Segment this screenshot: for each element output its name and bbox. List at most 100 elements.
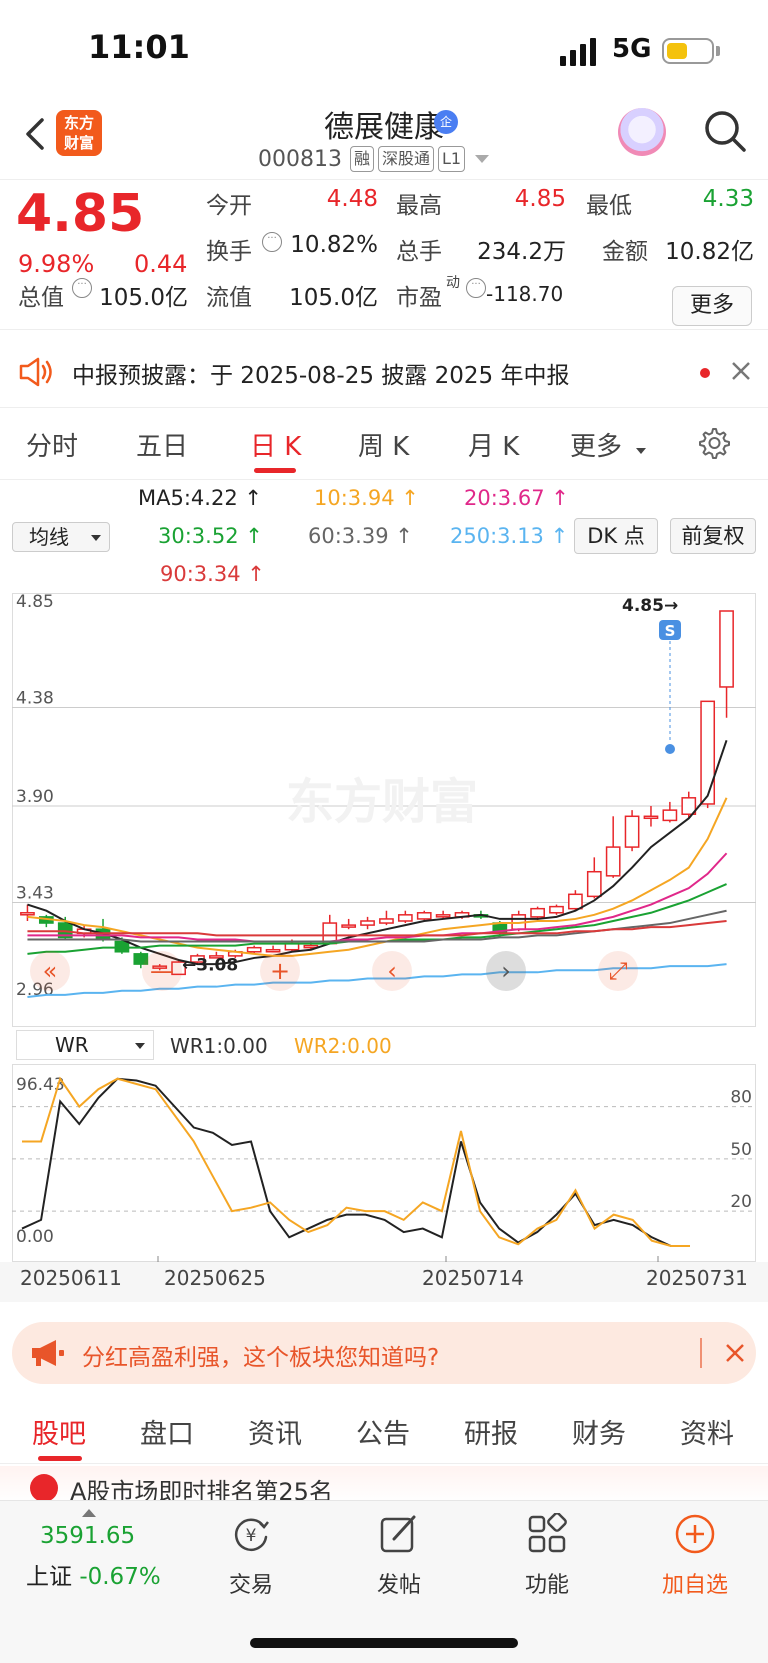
promo-banner[interactable]: 分红高盈利强，这个板块您知道吗? (12, 1322, 756, 1384)
ma20-label: 20:3.67 ↑ (464, 486, 569, 510)
rewind-button[interactable]: « (30, 951, 70, 991)
x-tick-1: 20250611 (20, 1266, 122, 1290)
tab-daily-k[interactable]: 日 K (250, 426, 301, 463)
candle (662, 809, 678, 822)
volume-label: 总手 (396, 239, 442, 265)
tab-research[interactable]: 研报 (464, 1412, 518, 1451)
dk-point-button[interactable]: DK 点 (574, 518, 658, 554)
stock-code-line[interactable]: 000813 融 深股通 L1 (258, 144, 490, 174)
candle (624, 815, 640, 848)
candle (360, 920, 375, 926)
tab-weekly-k[interactable]: 周 K (358, 426, 409, 463)
edit-post-icon[interactable] (378, 1513, 420, 1555)
ma60-label: 60:3.39 ↑ (308, 524, 413, 548)
s-marker-label: S (665, 622, 676, 640)
search-icon[interactable] (702, 108, 748, 154)
candle (586, 870, 602, 898)
status-bar: 11:01 5G (0, 0, 768, 100)
y-tick-label: 3.90 (16, 787, 54, 807)
tab-more[interactable]: 更多 (570, 426, 622, 463)
chevron-down-icon[interactable] (475, 155, 490, 163)
forward-adjust-button[interactable]: 前复权 (670, 518, 756, 554)
volume-value: 234.2万 (477, 239, 566, 265)
megaphone-icon (32, 1340, 64, 1366)
tag-level: L1 (438, 146, 466, 172)
index-name-change[interactable]: 上证 -0.67% (26, 1557, 161, 1591)
tab-announcements[interactable]: 公告 (356, 1412, 410, 1451)
trade-icon[interactable]: ¥ (230, 1513, 272, 1555)
x-tick-2: 20250625 (164, 1266, 266, 1290)
active-tab-underline (254, 468, 296, 473)
nav-add-watchlist[interactable]: 加自选 (645, 1567, 745, 1599)
nav-trade[interactable]: 交易 (201, 1567, 301, 1599)
index-value[interactable]: 3591.65 (40, 1523, 135, 1549)
open-label: 今开 (206, 193, 252, 219)
chart-period-tabs: 分时 五日 日 K 周 K 月 K 更多 (0, 408, 768, 480)
svg-text:¥: ¥ (246, 1526, 257, 1546)
kline-chart[interactable]: 4.854.383.903.432.96东方财富4.85→←3.08S« — + ‹ ›… (12, 593, 756, 1027)
pe-value: -118.70 (486, 282, 564, 306)
next-button[interactable]: › (486, 951, 526, 991)
candle (643, 815, 659, 820)
info-dots-icon[interactable]: ··· (262, 232, 282, 252)
y-tick-label: 4.85 (16, 593, 54, 612)
tab-finance[interactable]: 财务 (572, 1412, 626, 1451)
candle (700, 700, 716, 805)
wr-select[interactable]: WR (16, 1030, 154, 1060)
ma10-label: 10:3.94 ↑ (314, 486, 419, 510)
ma-select[interactable]: 均线 (12, 522, 110, 552)
fullscreen-button[interactable]: ⤢ (598, 951, 638, 991)
ma10-text: 10:3.94 (314, 486, 395, 510)
open-value: 4.48 (326, 186, 378, 212)
tab-profile[interactable]: 资料 (680, 1412, 734, 1451)
change-percent: 9.98% (18, 250, 95, 278)
tab-news[interactable]: 资讯 (248, 1412, 302, 1451)
ma60-text: 60:3.39 (308, 524, 389, 548)
float-value: 105.0亿 (289, 285, 378, 311)
index-change: -0.67% (79, 1564, 161, 1590)
grid-functions-icon[interactable] (526, 1513, 568, 1555)
add-watchlist-icon[interactable] (674, 1513, 716, 1555)
amount-label: 金额 (602, 239, 648, 265)
float-label: 流值 (206, 285, 252, 311)
more-button[interactable]: 更多 (672, 286, 752, 326)
wr-right-tick: 20 (730, 1192, 752, 1212)
close-icon[interactable] (728, 358, 754, 384)
y-tick-label: 3.43 (16, 884, 54, 904)
tab-pankou[interactable]: 盘口 (140, 1412, 194, 1451)
index-name: 上证 (26, 1564, 72, 1590)
wr-chart[interactable]: 80502096.430.00 (12, 1064, 756, 1262)
tab-five-day[interactable]: 五日 (136, 426, 188, 463)
close-icon[interactable] (722, 1340, 748, 1366)
x-tick-3: 20250714 (422, 1266, 524, 1290)
tab-guba[interactable]: 股吧 (32, 1412, 86, 1451)
tab-monthly-k[interactable]: 月 K (468, 426, 519, 463)
nav-functions[interactable]: 功能 (497, 1567, 597, 1599)
amount-value: 10.82亿 (665, 239, 754, 265)
zoom-in-button[interactable]: + (260, 951, 300, 991)
candle (416, 912, 432, 920)
info-dots-icon[interactable]: ··· (466, 278, 486, 298)
unread-dot (700, 368, 710, 378)
tab-intraday[interactable]: 分时 (26, 426, 78, 463)
ma250-label: 250:3.13 ↑ (450, 524, 569, 548)
expand-up-icon[interactable] (82, 1509, 96, 1517)
wr1-legend: WR1:0.00 (170, 1034, 268, 1058)
assistant-robot-icon[interactable] (618, 108, 666, 156)
notice-bar[interactable]: 中报预披露：于 2025-08-25 披露 2025 年中报 (0, 340, 768, 408)
nav-post[interactable]: 发帖 (349, 1567, 449, 1599)
current-price: 4.85 (16, 184, 145, 244)
gear-icon[interactable] (696, 426, 730, 460)
s-marker-dot (665, 744, 675, 754)
wr-right-tick: 50 (730, 1140, 752, 1160)
info-dots-icon[interactable]: ··· (72, 278, 92, 298)
max-price-label: 4.85→ (622, 596, 678, 616)
zoom-out-button[interactable]: — (142, 951, 182, 991)
feed-peek[interactable]: A股市场即时排名第25名 (0, 1466, 768, 1502)
prev-button[interactable]: ‹ (372, 951, 412, 991)
tag-connect: 深股通 (378, 146, 435, 172)
watermark: 东方财富 (286, 774, 478, 830)
stock-code: 000813 (258, 146, 342, 172)
ma90-text: 90:3.34 (160, 562, 241, 586)
home-indicator (250, 1638, 518, 1648)
